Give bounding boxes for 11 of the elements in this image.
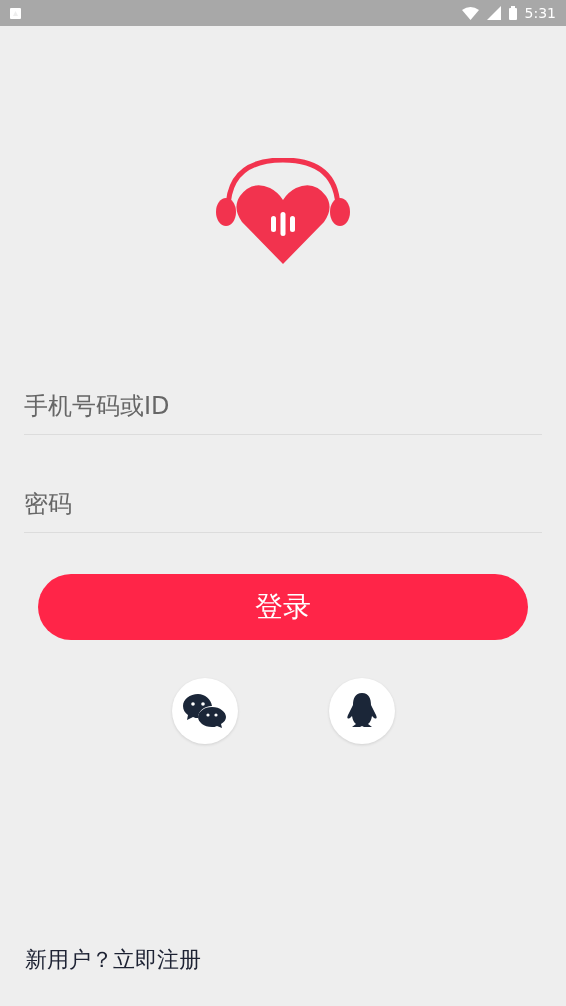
clock-time: 5:31 <box>524 3 556 23</box>
signal-icon <box>486 6 501 20</box>
login-button[interactable]: 登录 <box>38 574 528 640</box>
register-link[interactable]: 新用户？立即注册 <box>25 943 201 976</box>
account-field[interactable]: 手机号码或ID <box>24 378 542 435</box>
battery-icon <box>508 6 517 20</box>
password-field[interactable]: 密码 <box>24 476 542 533</box>
wifi-icon <box>461 6 479 20</box>
notification-icon <box>10 8 21 19</box>
penguin-icon <box>345 693 378 729</box>
chat-bubbles-icon <box>182 694 227 728</box>
